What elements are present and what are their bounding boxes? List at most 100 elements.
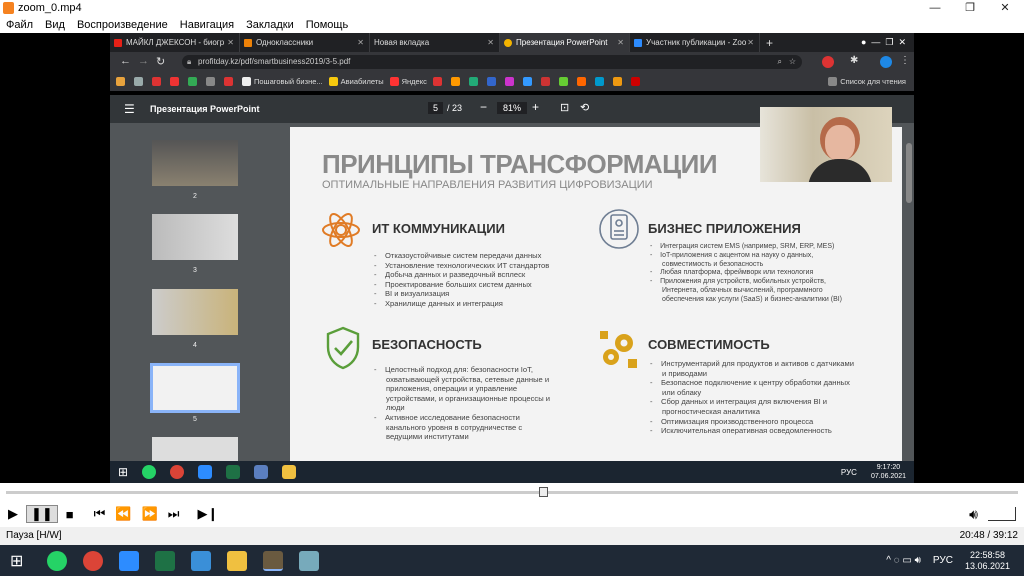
page-input[interactable]: 5: [428, 102, 444, 114]
stop-icon[interactable]: ■: [66, 507, 74, 522]
thumbnail-page-5-selected[interactable]: [150, 363, 240, 413]
inner-clock[interactable]: 9:17:20 07.06.2021: [871, 463, 906, 481]
bookmark-avia[interactable]: Авиабилеты: [328, 77, 384, 86]
puzzle-icon[interactable]: ✱: [850, 55, 858, 66]
excel-icon[interactable]: [226, 465, 241, 479]
bookmark-icon[interactable]: [468, 77, 481, 86]
zoom-in-icon[interactable]: +: [532, 100, 539, 114]
bookmark-icon[interactable]: [134, 77, 146, 86]
star-icon[interactable]: ☆: [789, 55, 796, 69]
bookmark-icon[interactable]: [450, 77, 463, 86]
extension-icon[interactable]: [822, 56, 834, 68]
chrome-icon[interactable]: [170, 465, 185, 479]
excel-icon[interactable]: [155, 550, 176, 571]
zoom-out-icon[interactable]: −: [480, 100, 487, 114]
bookmark-icon[interactable]: [224, 77, 236, 86]
rewind-icon[interactable]: ⏪: [115, 506, 131, 522]
profile-icon[interactable]: [880, 56, 892, 68]
seek-handle[interactable]: [539, 487, 548, 497]
taskbar-clock[interactable]: 22:58:58 13.06.2021: [965, 550, 1010, 572]
menu-playback[interactable]: Воспроизведение: [77, 19, 168, 31]
bookmark-business[interactable]: Пошаговый бизне...: [242, 77, 323, 86]
chrome-icon[interactable]: [83, 550, 104, 571]
menu-file[interactable]: Файл: [6, 19, 33, 31]
play-icon[interactable]: ▶: [8, 506, 18, 522]
url-input[interactable]: 🔒︎ profitday.kz/pdf/smartbusiness2019/3-…: [182, 55, 802, 69]
forward-icon[interactable]: →: [138, 55, 149, 67]
windows-start-icon[interactable]: ⊞: [118, 465, 128, 479]
frame-step-icon[interactable]: ▶❙: [197, 506, 218, 522]
bookmark-icon[interactable]: [504, 77, 517, 86]
fast-forward-icon[interactable]: ⏩: [142, 506, 158, 522]
menu-icon[interactable]: ⋮: [900, 55, 910, 66]
hamburger-icon[interactable]: ☰: [124, 102, 135, 116]
tab-close-icon[interactable]: ✕: [227, 38, 234, 47]
fit-page-icon[interactable]: ⊡: [560, 101, 569, 114]
volume-slider[interactable]: [988, 507, 1016, 521]
tab-new[interactable]: Новая вкладка ✕: [370, 33, 500, 52]
bookmark-icon[interactable]: [594, 77, 607, 86]
bookmark-yandex[interactable]: Яндекс: [389, 77, 427, 86]
tab-close-icon[interactable]: ✕: [487, 38, 494, 47]
tab-close-icon[interactable]: ✕: [747, 38, 754, 47]
bookmark-icon[interactable]: [612, 77, 625, 86]
volume-icon[interactable]: 🔊︎: [969, 506, 978, 523]
tab-odnoklassniki[interactable]: Одноклассники ✕: [240, 33, 370, 52]
reload-icon[interactable]: ↻: [156, 55, 165, 68]
bookmark-icon[interactable]: [152, 77, 164, 86]
bookmark-icon[interactable]: [116, 77, 128, 86]
bookmark-icon[interactable]: [486, 77, 499, 86]
close-icon[interactable]: ✕: [990, 0, 1020, 17]
thumbnail-page-6[interactable]: [152, 437, 238, 461]
bookmark-icon[interactable]: [630, 77, 643, 86]
app-icon[interactable]: [299, 550, 320, 571]
bookmark-icon[interactable]: [206, 77, 218, 86]
windows-start-icon[interactable]: ⊞: [10, 551, 23, 571]
skip-back-icon[interactable]: ⏮: [94, 506, 106, 522]
bookmark-icon[interactable]: [558, 77, 571, 86]
zoom-icon[interactable]: [119, 550, 140, 571]
bookmark-icon[interactable]: [522, 77, 535, 86]
app-icon[interactable]: [254, 465, 269, 479]
tab-zoom[interactable]: Участник публикации - Zoo ✕: [630, 33, 760, 52]
pdf-scrollbar[interactable]: [906, 143, 912, 203]
search-icon[interactable]: ⌕: [778, 55, 782, 69]
taskbar-lang[interactable]: РУС: [933, 555, 953, 566]
whatsapp-icon[interactable]: [142, 465, 157, 479]
menu-help[interactable]: Помощь: [306, 19, 349, 31]
zoom-icon[interactable]: [198, 465, 213, 479]
maximize-icon[interactable]: ❐: [955, 0, 985, 17]
bookmark-icon[interactable]: [540, 77, 553, 86]
window-controls-icon[interactable]: ● — ❐ ✕: [861, 37, 906, 48]
rotate-icon[interactable]: ⟲: [580, 101, 589, 114]
tab-youtube[interactable]: МАЙКЛ ДЖЕКСОН - биогр ✕: [110, 33, 240, 52]
whatsapp-icon[interactable]: [47, 550, 68, 571]
pause-icon[interactable]: ❚❚: [26, 505, 58, 523]
tray-icons[interactable]: ^ ◌ ▭ 🔊︎: [886, 555, 921, 566]
tab-powerpoint[interactable]: Презентация PowerPoint ✕: [500, 33, 630, 52]
zoom-level[interactable]: 81%: [497, 102, 528, 114]
inner-lang[interactable]: РУС: [841, 468, 857, 477]
seek-bar[interactable]: [0, 483, 1024, 501]
new-tab-icon[interactable]: +: [766, 36, 773, 50]
thumbnail-page-3[interactable]: [152, 214, 238, 260]
menu-bookmarks[interactable]: Закладки: [246, 19, 294, 31]
seek-track[interactable]: [6, 491, 1018, 494]
folder-icon[interactable]: [282, 465, 297, 479]
bookmark-icon[interactable]: [576, 77, 589, 86]
bookmark-icon[interactable]: [188, 77, 200, 86]
minimize-icon[interactable]: —: [920, 0, 950, 17]
back-icon[interactable]: ←: [120, 55, 131, 67]
skip-forward-icon[interactable]: ⏭: [168, 506, 180, 522]
thumbnail-page-2[interactable]: [152, 140, 238, 186]
bookmark-icon[interactable]: [170, 77, 182, 86]
photos-icon[interactable]: [191, 550, 212, 571]
reading-list[interactable]: Список для чтения: [828, 77, 906, 86]
folder-icon[interactable]: [227, 550, 248, 571]
menu-view[interactable]: Вид: [45, 19, 65, 31]
tab-close-icon[interactable]: ✕: [617, 38, 624, 47]
vlc-icon[interactable]: [263, 550, 284, 571]
tab-close-icon[interactable]: ✕: [357, 38, 364, 47]
menu-navigation[interactable]: Навигация: [180, 19, 234, 31]
thumbnail-page-4[interactable]: [152, 289, 238, 335]
